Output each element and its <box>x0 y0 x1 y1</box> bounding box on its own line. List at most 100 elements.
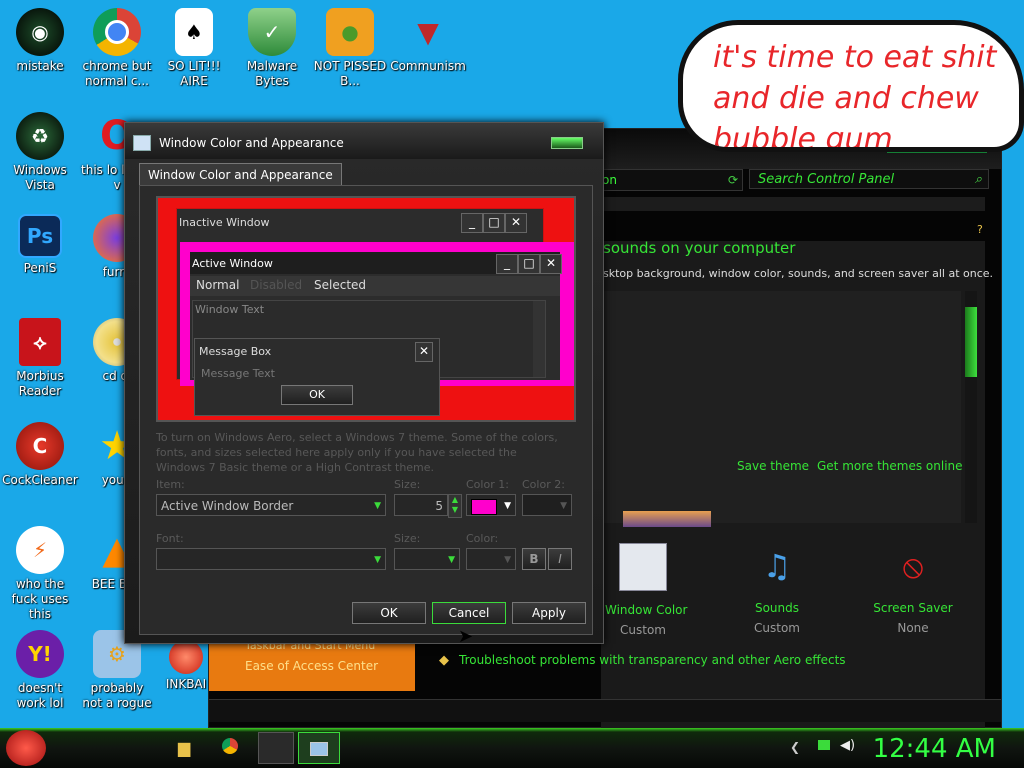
maximize-icon: □ <box>518 254 540 274</box>
color1-picker[interactable]: ▼ <box>466 494 516 516</box>
cancel-button[interactable]: Cancel <box>432 602 506 624</box>
tab-window-color[interactable]: Window Color and Appearance <box>139 163 342 186</box>
display-icon <box>133 135 151 151</box>
message-box[interactable]: Message Box ✕ Message Text OK <box>194 338 440 416</box>
font-select[interactable]: ▼ <box>156 548 386 570</box>
save-theme-link[interactable]: Save theme <box>737 459 809 473</box>
search-input[interactable]: Search Control Panel ⌕ <box>749 169 989 189</box>
maximize-icon: □ <box>483 213 505 233</box>
apply-button[interactable]: Apply <box>512 602 586 624</box>
taskbar: ▆ ❮ ◀) <box>0 728 1024 768</box>
spinner-arrows[interactable]: ▲ ▼ <box>448 494 462 518</box>
mouse-cursor-icon: ➤ <box>458 626 474 647</box>
ok-button[interactable]: OK <box>352 602 426 624</box>
desktop-icon-who-uses-this[interactable]: ⚡ who the fuck uses this <box>2 526 78 622</box>
scrollbar-thumb[interactable] <box>965 307 977 377</box>
speech-bubble: it's time to eat shit and die and chew b… <box>678 20 1024 152</box>
font-size-select[interactable]: ▼ <box>394 548 460 570</box>
desktop-icon-label: doesn't work lol <box>16 681 64 710</box>
menu-strip <box>601 197 985 211</box>
desktop-icon-label: NOT PISSED B... <box>313 59 387 88</box>
italic-button[interactable]: I <box>548 548 572 570</box>
desktop-icon-ccleaner[interactable]: C CockCleaner <box>2 422 78 488</box>
desktop-icon-windows-vista[interactable]: ♻ Windows Vista <box>2 112 78 193</box>
help-icon[interactable]: ? <box>977 223 983 236</box>
close-button[interactable] <box>551 137 583 149</box>
desktop-icon-photoshop[interactable]: Ps PeniS <box>2 214 78 276</box>
menu-disabled: Disabled <box>250 278 303 292</box>
message-ok-button[interactable]: OK <box>281 385 353 405</box>
emblem-icon: ▼ <box>417 15 439 49</box>
chevron-down-icon: ▼ <box>448 555 455 565</box>
desktop-icon-chrome[interactable]: chrome but normal c... <box>79 8 155 89</box>
bold-button[interactable]: B <box>522 548 546 570</box>
desktop-icon-morbius-reader[interactable]: ⟡ Morbius Reader <box>2 318 78 399</box>
color2-picker[interactable]: ▼ <box>522 494 572 516</box>
chrome-taskbar-icon[interactable] <box>222 738 238 754</box>
ease-of-access-link[interactable]: Ease of Access Center <box>245 659 378 673</box>
pdf-icon: ⟡ <box>19 318 61 366</box>
start-button[interactable] <box>6 730 46 766</box>
window-color-item[interactable]: Window Color Custom <box>605 543 687 637</box>
desktop-icon-yahoo[interactable]: Y! doesn't work lol <box>2 630 78 711</box>
preview-menubar: Normal Disabled Selected <box>190 276 560 296</box>
refresh-icon[interactable]: ⟳ <box>728 170 738 190</box>
taskbar-button-appearance[interactable] <box>258 732 294 764</box>
font-color-picker[interactable]: ▼ <box>466 548 516 570</box>
chevron-down-icon: ▼ <box>504 555 511 565</box>
pig-icon: ● <box>326 8 374 56</box>
font-color-label: Color: <box>466 532 499 545</box>
uac-shield-icon: ◆ <box>439 653 449 668</box>
address-bar[interactable]: on ⟳ <box>601 169 743 191</box>
sounds-value: Custom <box>754 621 800 635</box>
get-more-themes-link[interactable]: Get more themes online <box>817 459 963 473</box>
appearance-preview[interactable]: Inactive Window _ □ ✕ Active Window _ □ … <box>156 196 576 422</box>
volume-icon[interactable]: ◀) <box>840 738 855 753</box>
message-text: Message Text <box>201 367 275 380</box>
green-orb-icon: ◉ <box>16 8 64 56</box>
desktop-icon-communism[interactable]: ▼ Communism <box>390 8 466 74</box>
desktop-icon-malwarebytes[interactable]: ✓ Malware Bytes <box>234 8 310 89</box>
ccleaner-icon: C <box>16 422 64 470</box>
desktop-icon-label: PeniS <box>23 261 57 275</box>
show-hidden-icons[interactable]: ❮ <box>790 740 800 754</box>
close-icon: ✕ <box>505 213 527 233</box>
desktop-icon-solitaire[interactable]: ♠ SO LIT!!! AIRE <box>156 8 232 89</box>
chrome-icon <box>93 8 141 56</box>
tab-panel: Inactive Window _ □ ✕ Active Window _ □ … <box>139 185 593 635</box>
folder-icon[interactable]: ▆ <box>178 738 190 757</box>
close-icon: ✕ <box>415 342 433 362</box>
ball-icon <box>169 640 203 674</box>
cards-icon: ♠ <box>175 8 213 56</box>
taskbar-button-control-panel[interactable] <box>298 732 340 764</box>
item-select-value: Active Window Border <box>161 499 294 513</box>
size-spinner[interactable]: 5 <box>394 494 448 516</box>
desktop-icon-label: CockCleaner <box>2 473 78 487</box>
chevron-down-icon: ▼ <box>374 555 381 565</box>
item-select[interactable]: Active Window Border ▼ <box>156 494 386 516</box>
screen-saver-item[interactable]: ⦸ Screen Saver None <box>873 543 953 635</box>
desktop-icon-label: who the fuck uses this <box>11 577 69 621</box>
font-size-label: Size: <box>394 532 421 545</box>
preview-scrollbar <box>533 301 545 377</box>
troubleshoot-link[interactable]: Troubleshoot problems with transparency … <box>459 653 846 667</box>
taskbar-clock[interactable]: 12:44 AM <box>873 734 996 764</box>
personalize-subtext: sktop background, window color, sounds, … <box>603 267 994 280</box>
desktop-icon-angry-birds[interactable]: ● NOT PISSED B... <box>312 8 388 89</box>
status-bar <box>209 699 1001 722</box>
desktop-icon-mistake[interactable]: ◉ mistake <box>2 8 78 74</box>
yahoo-icon: Y! <box>16 630 64 678</box>
speech-bubble-text: it's time to eat shit and die and chew b… <box>713 40 997 152</box>
screen-saver-label: Screen Saver <box>873 601 953 615</box>
minimize-icon: _ <box>496 254 518 274</box>
color2-label: Color 2: <box>522 478 565 491</box>
address-text: on <box>602 173 617 187</box>
menu-selected: Selected <box>314 278 367 292</box>
window-color-value: Custom <box>620 623 666 637</box>
theme-scrollbar[interactable] <box>965 291 977 523</box>
desktop-icon-label: Communism <box>390 59 466 73</box>
sounds-item[interactable]: ♫ Sounds Custom <box>739 543 815 635</box>
power-icon[interactable] <box>818 740 830 750</box>
search-icon[interactable]: ⌕ <box>975 170 982 190</box>
desktop-icon-label: Windows Vista <box>13 163 67 192</box>
